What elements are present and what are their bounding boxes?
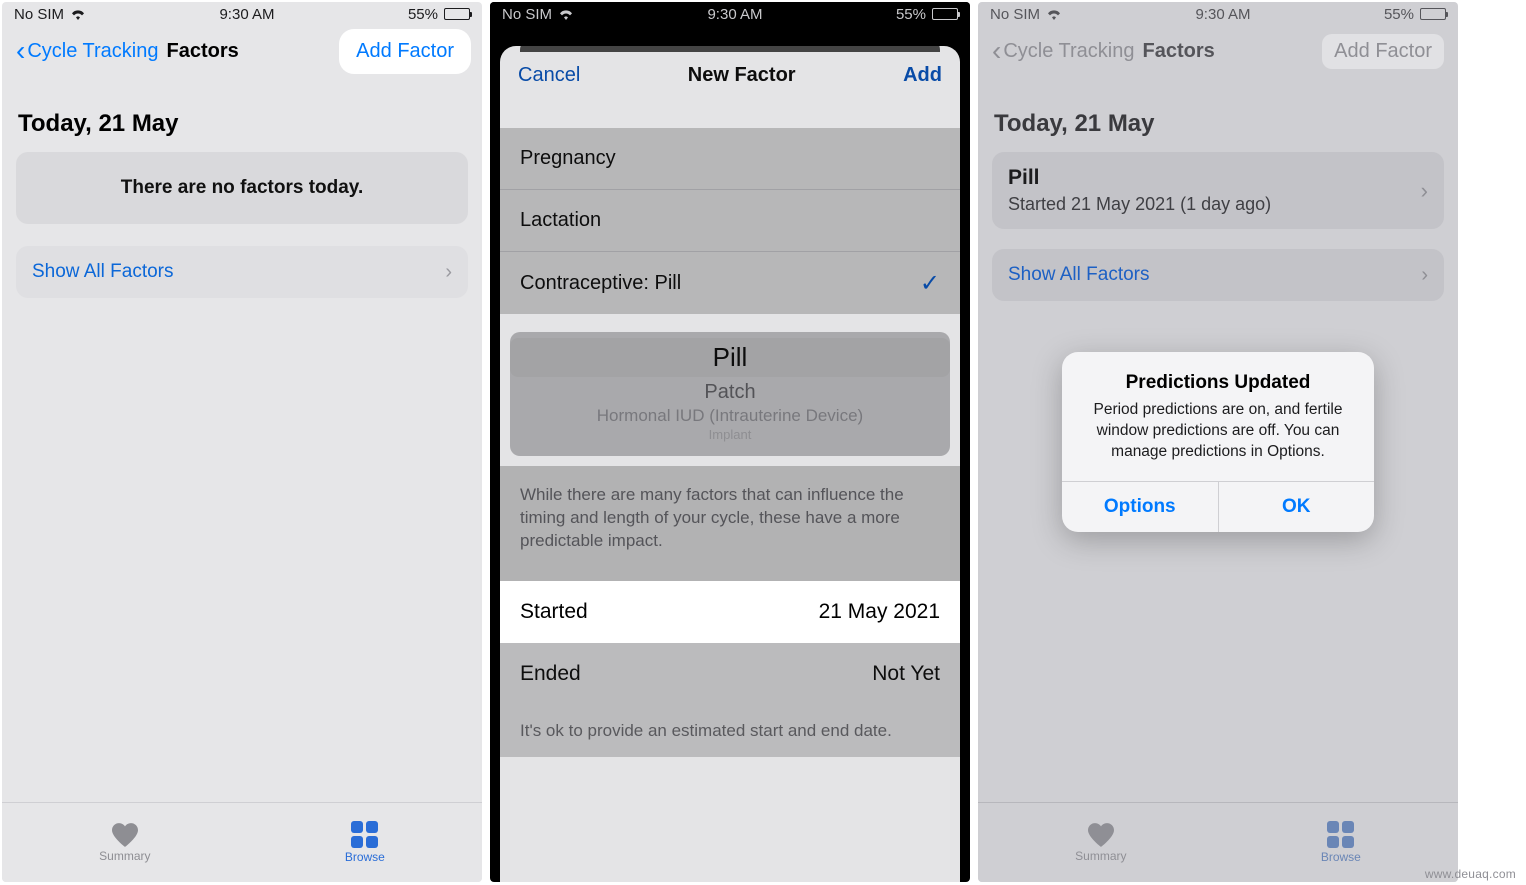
carrier-label: No SIM bbox=[14, 6, 64, 23]
option-pregnancy[interactable]: Pregnancy bbox=[500, 128, 960, 190]
ended-label: Ended bbox=[520, 662, 581, 686]
tab-bar: Summary Browse bbox=[2, 802, 482, 882]
picker-option: Hormonal IUD (Intrauterine Device) bbox=[597, 406, 863, 426]
carrier-label: No SIM bbox=[502, 6, 552, 23]
tab-browse[interactable]: Browse bbox=[345, 821, 385, 864]
cancel-button[interactable]: Cancel bbox=[518, 64, 580, 87]
modal-sheet: Cancel New Factor Add Pregnancy Lactatio… bbox=[500, 46, 960, 882]
page-title: Factors bbox=[166, 40, 238, 63]
checkmark-icon: ✓ bbox=[920, 269, 940, 298]
empty-factors-card: There are no factors today. bbox=[16, 152, 468, 224]
battery-icon bbox=[932, 8, 958, 20]
option-contraceptive-pill[interactable]: Contraceptive: Pill ✓ bbox=[500, 252, 960, 314]
battery-icon bbox=[444, 8, 470, 20]
back-label: Cycle Tracking bbox=[27, 40, 158, 63]
nav-bar: ‹ Cycle Tracking Factors Add Factor bbox=[2, 26, 482, 76]
wifi-icon bbox=[558, 8, 574, 20]
helper-text: While there are many factors that can in… bbox=[500, 466, 960, 581]
started-label: Started bbox=[520, 600, 588, 624]
battery-percent-label: 55% bbox=[896, 6, 926, 23]
screen-new-factor-sheet: No SIM 9:30 AM 55% Cancel New Factor Add… bbox=[490, 2, 970, 882]
tab-summary[interactable]: Summary bbox=[99, 823, 150, 863]
option-lactation-label: Lactation bbox=[520, 209, 601, 232]
back-button[interactable]: ‹ Cycle Tracking bbox=[16, 37, 158, 65]
empty-factors-label: There are no factors today. bbox=[121, 177, 364, 199]
show-all-factors-row[interactable]: Show All Factors › bbox=[16, 246, 468, 298]
add-factor-button[interactable]: Add Factor bbox=[342, 32, 468, 71]
wifi-icon bbox=[70, 8, 86, 20]
alert-backdrop: Predictions Updated Period predictions a… bbox=[978, 2, 1458, 882]
chevron-left-icon: ‹ bbox=[16, 37, 25, 65]
ended-value: Not Yet bbox=[872, 662, 940, 686]
clock-label: 9:30 AM bbox=[707, 6, 762, 23]
screen-factors-with-alert: No SIM 9:30 AM 55% ‹ Cycle Tracking Fact… bbox=[978, 2, 1458, 882]
picker-option: Implant bbox=[709, 427, 752, 442]
status-bar: No SIM 9:30 AM 55% bbox=[490, 2, 970, 26]
footnote-text: It's ok to provide an estimated start an… bbox=[500, 705, 960, 757]
tab-summary-label: Summary bbox=[99, 849, 150, 863]
contraceptive-picker[interactable]: Pill Patch Hormonal IUD (Intrauterine De… bbox=[510, 332, 950, 456]
option-contraceptive-pill-label: Contraceptive: Pill bbox=[520, 272, 681, 295]
option-pregnancy-label: Pregnancy bbox=[520, 147, 616, 170]
alert-dialog: Predictions Updated Period predictions a… bbox=[1062, 352, 1374, 532]
alert-ok-button[interactable]: OK bbox=[1219, 482, 1375, 532]
factor-type-list: Pregnancy Lactation Contraceptive: Pill … bbox=[500, 128, 960, 314]
option-lactation[interactable]: Lactation bbox=[500, 190, 960, 252]
alert-title: Predictions Updated bbox=[1080, 372, 1356, 394]
ended-row[interactable]: Ended Not Yet bbox=[500, 643, 960, 705]
add-button[interactable]: Add bbox=[903, 64, 942, 87]
tab-browse-label: Browse bbox=[345, 850, 385, 864]
watermark-label: www.deuaq.com bbox=[1425, 867, 1516, 881]
grid-icon bbox=[351, 821, 378, 848]
heart-icon bbox=[112, 823, 138, 847]
battery-percent-label: 55% bbox=[408, 6, 438, 23]
started-value: 21 May 2021 bbox=[819, 600, 940, 624]
alert-options-button[interactable]: Options bbox=[1062, 482, 1219, 532]
picker-selected: Pill bbox=[510, 338, 950, 377]
picker-option: Patch bbox=[704, 381, 755, 404]
alert-ok-label: OK bbox=[1282, 496, 1311, 518]
started-row[interactable]: Started 21 May 2021 bbox=[500, 581, 960, 643]
add-factor-label: Add Factor bbox=[356, 40, 454, 62]
status-bar: No SIM 9:30 AM 55% bbox=[2, 2, 482, 26]
clock-label: 9:30 AM bbox=[219, 6, 274, 23]
show-all-factors-label: Show All Factors bbox=[32, 261, 174, 283]
alert-message: Period predictions are on, and fertile w… bbox=[1080, 400, 1356, 463]
alert-options-label: Options bbox=[1104, 496, 1176, 518]
sheet-nav: Cancel New Factor Add bbox=[500, 46, 960, 104]
date-heading: Today, 21 May bbox=[18, 110, 466, 138]
sheet-title: New Factor bbox=[688, 64, 796, 87]
screen-factors-empty: No SIM 9:30 AM 55% ‹ Cycle Tracking Fact… bbox=[2, 2, 482, 882]
chevron-right-icon: › bbox=[445, 261, 452, 284]
